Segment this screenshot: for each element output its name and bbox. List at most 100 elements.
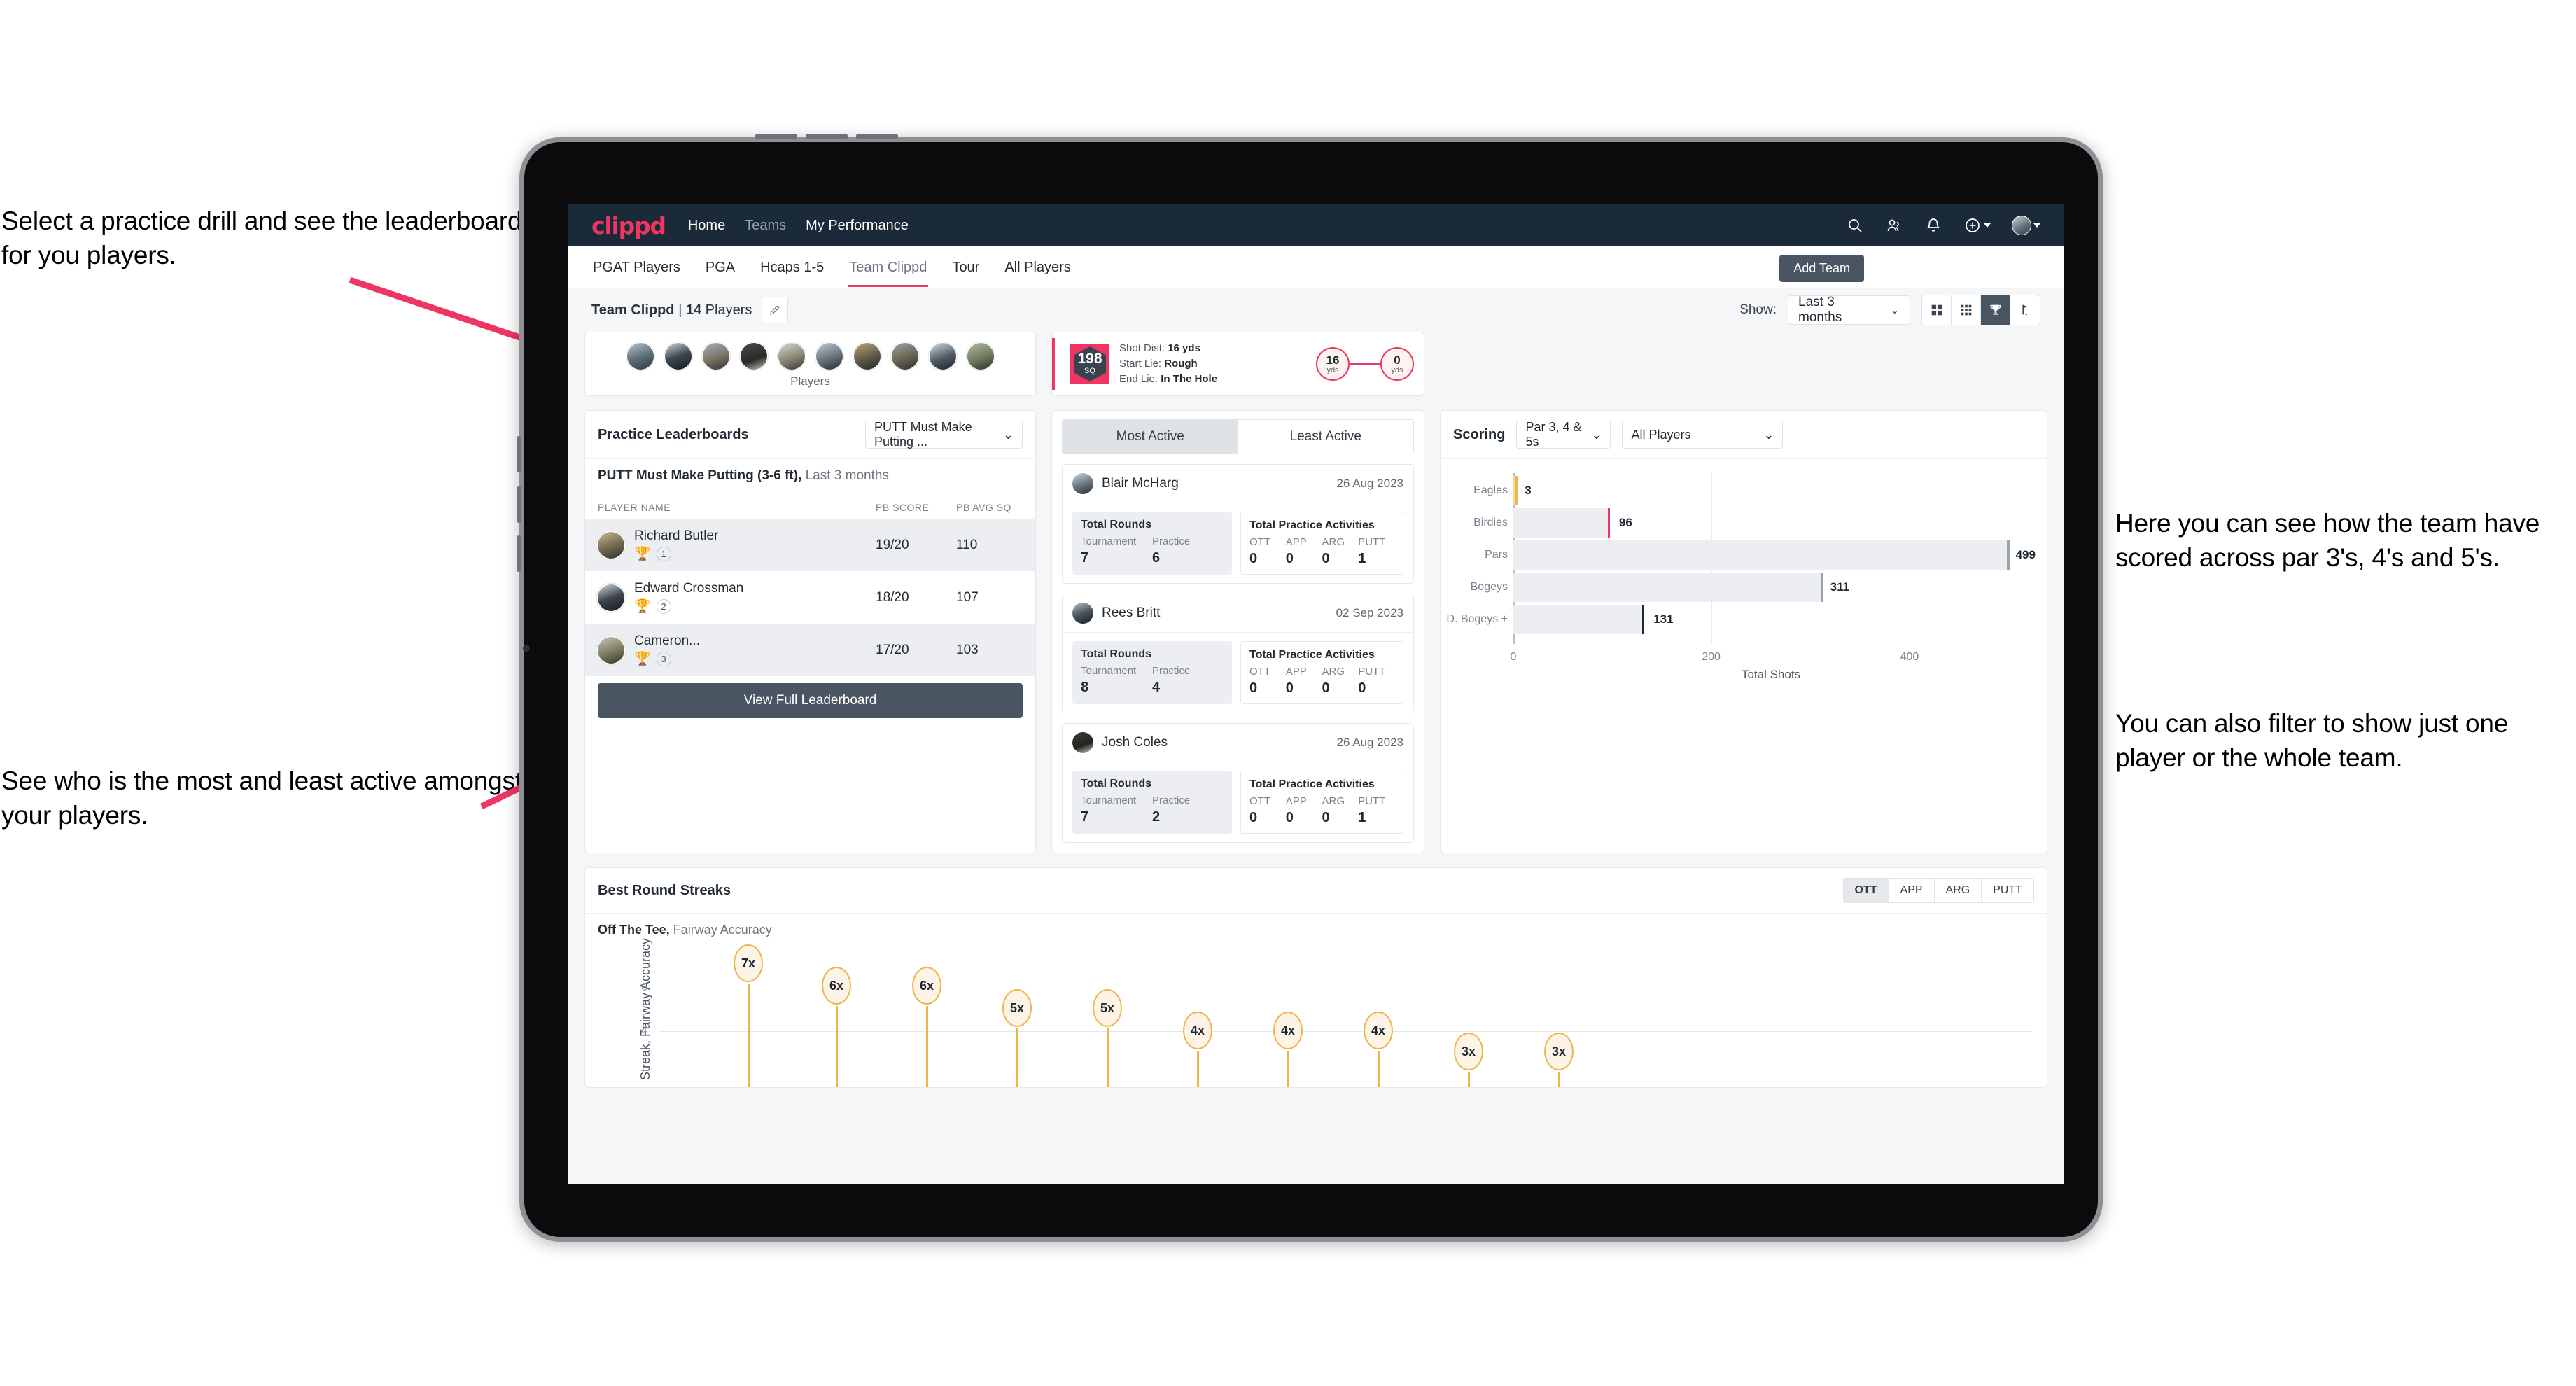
- bar-cap: [1607, 508, 1611, 538]
- chevron-down-icon: ⌄: [1889, 303, 1900, 316]
- bell-icon[interactable]: [1924, 216, 1942, 234]
- streak-bubble[interactable]: 4x: [1364, 1011, 1393, 1049]
- chevron-down-icon: ⌄: [1591, 427, 1602, 442]
- stem: [1016, 1028, 1018, 1087]
- streak-bubble[interactable]: 3x: [1454, 1032, 1483, 1070]
- avatar[interactable]: [626, 342, 654, 370]
- x-tick-0: 0: [1510, 651, 1517, 663]
- ott-value: 0: [1250, 680, 1258, 696]
- tab-hcaps-1-5[interactable]: Hcaps 1-5: [759, 247, 825, 287]
- edit-team-button[interactable]: [762, 297, 789, 323]
- rounds-values: Tournament 7 Practice 6: [1081, 536, 1224, 566]
- arg-label: ARG: [1322, 795, 1345, 807]
- clippd-logo[interactable]: clippd: [592, 212, 666, 239]
- user-menu[interactable]: [2012, 216, 2040, 235]
- avatar[interactable]: [701, 342, 730, 370]
- streak-bubble[interactable]: 6x: [912, 967, 941, 1004]
- search-icon[interactable]: [1846, 216, 1864, 234]
- avatar[interactable]: [664, 342, 692, 370]
- tab-pgat-players[interactable]: PGAT Players: [592, 247, 682, 287]
- tab-pga[interactable]: PGA: [704, 247, 736, 287]
- tab-all-players[interactable]: All Players: [1003, 247, 1072, 287]
- tab-team-clippd[interactable]: Team Clippd: [848, 247, 929, 287]
- stem: [836, 1006, 838, 1087]
- pb-avg-sq: 110: [956, 537, 978, 552]
- y-label-eagles: Eagles: [1474, 484, 1508, 496]
- putt-label: PUTT: [1358, 666, 1386, 678]
- streaks-subtitle: Off The Tee, Fairway Accuracy: [585, 913, 2047, 937]
- nav-item-my-performance[interactable]: My Performance: [806, 218, 909, 234]
- streak-bubble[interactable]: 7x: [734, 944, 763, 982]
- bar-fill: [1513, 476, 1518, 505]
- players-strip-card: Players: [584, 332, 1036, 396]
- ott-label: OTT: [1250, 795, 1270, 807]
- add-team-button[interactable]: Add Team: [1779, 255, 1864, 282]
- trophy-icon[interactable]: [1981, 295, 2010, 325]
- grid-small-icon[interactable]: [1952, 295, 1981, 325]
- avatar[interactable]: [853, 342, 881, 370]
- streak-bubble[interactable]: 3x: [1544, 1032, 1574, 1070]
- streak-bubble[interactable]: 4x: [1273, 1011, 1303, 1049]
- streak-bubble[interactable]: 5x: [1002, 989, 1032, 1027]
- avatar[interactable]: [2012, 216, 2031, 235]
- app-value: 0: [1285, 810, 1294, 825]
- tablet-button: [856, 134, 898, 139]
- bar-cap: [1515, 476, 1518, 505]
- tab-most-active[interactable]: Most Active: [1063, 420, 1238, 454]
- list-item[interactable]: Josh Coles 26 Aug 2023 Total Rounds Tour…: [1062, 723, 1414, 843]
- rounds-values: Tournament 7 Practice 2: [1081, 794, 1224, 825]
- top-navbar: clippd Home Teams My Performance: [568, 204, 2064, 246]
- tournament-stat: Tournament 7: [1081, 536, 1152, 566]
- avatar[interactable]: [890, 342, 919, 370]
- segment-app[interactable]: APP: [1889, 878, 1935, 902]
- avatar[interactable]: [928, 342, 957, 370]
- bar-cap: [1642, 605, 1645, 634]
- avatar[interactable]: [739, 342, 768, 370]
- streak-bubble[interactable]: 4x: [1183, 1011, 1212, 1049]
- segment-putt[interactable]: PUTT: [1982, 878, 2033, 902]
- chevron-down-icon: [2033, 223, 2040, 227]
- app-stat: APP 0: [1286, 536, 1322, 567]
- streak-bubble[interactable]: 6x: [822, 967, 851, 1004]
- people-icon[interactable]: [1885, 216, 1903, 234]
- segment-ott[interactable]: OTT: [1843, 878, 1889, 902]
- end-distance-value: 0: [1394, 353, 1401, 367]
- avatar[interactable]: [966, 342, 995, 370]
- streaks-chart: Streak, Fairway Accuracy 6 4 7x 6x 6x 5x…: [638, 938, 2031, 1087]
- player-badges: 🏆 2: [634, 599, 876, 614]
- ott-label: OTT: [1250, 536, 1270, 548]
- table-row[interactable]: Edward Crossman 🏆 2 18/20 107: [585, 571, 1035, 624]
- players-filter-select[interactable]: All Players ⌄: [1622, 421, 1784, 449]
- table-row[interactable]: Cameron... 🏆 3 17/20 103: [585, 624, 1035, 676]
- pb-score: 17/20: [876, 642, 909, 657]
- streaks-y-axis-title: Streak, Fairway Accuracy: [638, 937, 652, 1080]
- avatar[interactable]: [815, 342, 844, 370]
- list-item[interactable]: Rees Britt 02 Sep 2023 Total Rounds Tour…: [1062, 594, 1414, 713]
- grid-large-icon[interactable]: [1922, 295, 1952, 325]
- tab-tour[interactable]: Tour: [951, 247, 981, 287]
- tab-least-active[interactable]: Least Active: [1238, 420, 1413, 454]
- streak-bubble[interactable]: 5x: [1093, 989, 1122, 1027]
- period-select[interactable]: Last 3 months ⌄: [1788, 295, 1910, 325]
- activity-card-header: Rees Britt 02 Sep 2023: [1063, 594, 1413, 633]
- avatar[interactable]: [777, 342, 806, 370]
- nav-item-home[interactable]: Home: [688, 218, 725, 234]
- list-item[interactable]: Blair McHarg 26 Aug 2023 Total Rounds To…: [1062, 464, 1414, 584]
- par-select[interactable]: Par 3, 4 & 5s ⌄: [1516, 420, 1611, 449]
- app-stat: APP 0: [1286, 666, 1322, 696]
- scoring-chart: Eagles Birdies Pars Bogeys D. Bogeys + 3…: [1441, 459, 2047, 686]
- plus-circle-icon[interactable]: [1963, 216, 1982, 234]
- total-practice-box: Total Practice Activities OTT 0 APP 0 ARG 0…: [1240, 512, 1404, 575]
- segment-arg[interactable]: ARG: [1934, 878, 1982, 902]
- practice-value: 2: [1152, 809, 1161, 825]
- drill-select[interactable]: PUTT Must Make Putting ... ⌄: [865, 420, 1023, 449]
- view-full-leaderboard-button[interactable]: View Full Leaderboard: [598, 683, 1023, 718]
- flag-icon[interactable]: [2010, 295, 2040, 325]
- table-row[interactable]: Richard Butler 🏆 1 19/20 110: [585, 519, 1035, 571]
- add-menu[interactable]: [1963, 216, 1991, 234]
- team-tabs: PGAT Players PGA Hcaps 1-5 Team Clippd T…: [568, 246, 2064, 288]
- scoring-title: Scoring: [1453, 426, 1506, 442]
- pb-score: 19/20: [876, 537, 909, 552]
- nav-item-teams[interactable]: Teams: [745, 218, 786, 234]
- start-distance-value: 16: [1326, 353, 1340, 367]
